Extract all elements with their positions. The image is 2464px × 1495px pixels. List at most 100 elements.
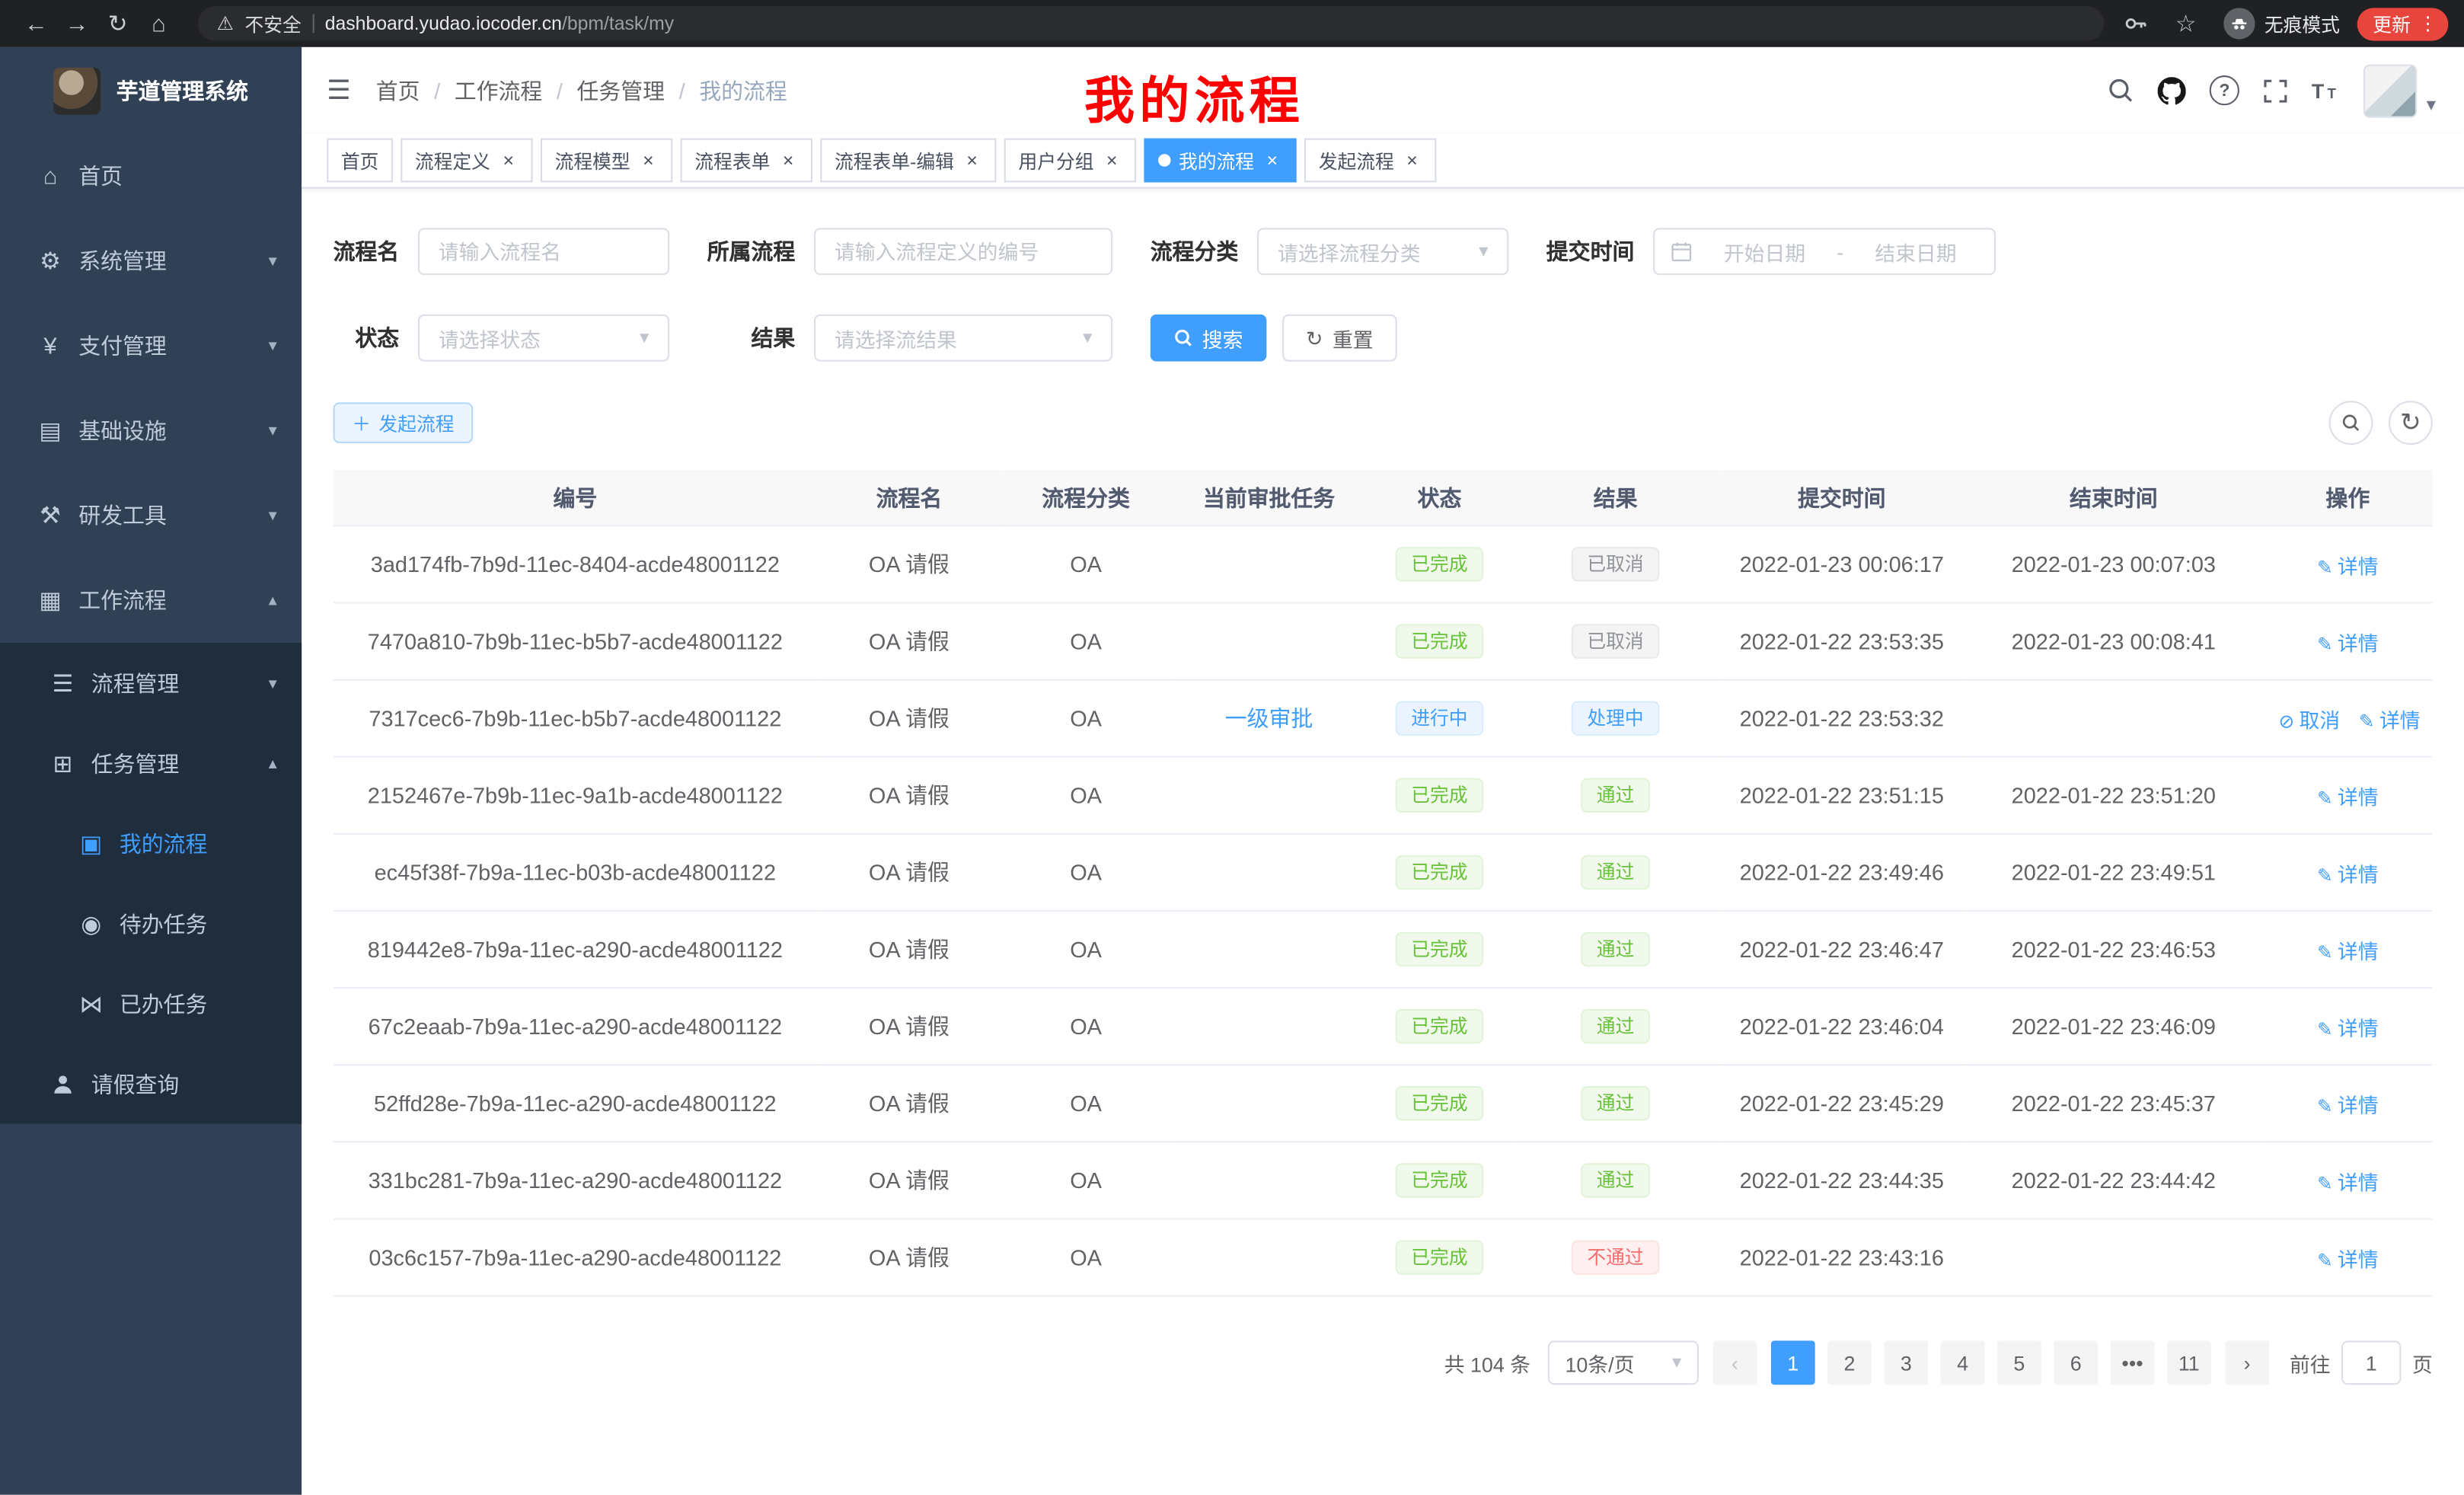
sidebar-item-infrastructure[interactable]: ▤ 基础设施 ▼ [0, 388, 302, 473]
detail-action-link[interactable]: ✎详情 [2317, 1016, 2379, 1040]
page-ellipsis[interactable]: ••• [2111, 1340, 2155, 1385]
detail-action-link[interactable]: ✎详情 [2359, 708, 2421, 732]
result-select[interactable]: 请选择流结果 ▼ [814, 315, 1112, 362]
help-icon[interactable]: ? [2210, 75, 2239, 105]
sidebar-item-payment[interactable]: ¥ 支付管理 ▼ [0, 303, 302, 388]
actions-cell: ✎详情 [2263, 1142, 2433, 1219]
toggle-search-button[interactable] [2329, 401, 2373, 445]
font-size-icon[interactable]: TT [2312, 78, 2340, 103]
key-icon[interactable] [2123, 11, 2148, 36]
detail-action-link[interactable]: ✎详情 [2317, 554, 2379, 577]
search-button[interactable]: 搜索 [1151, 315, 1267, 362]
next-page-button[interactable]: › [2225, 1340, 2269, 1385]
submit-time-range-picker[interactable]: 开始日期 - 结束日期 [1653, 228, 1996, 275]
detail-action-link[interactable]: ✎详情 [2317, 1170, 2379, 1193]
page-number-button[interactable]: 5 [1997, 1340, 2041, 1385]
fullscreen-icon[interactable] [2263, 78, 2288, 103]
active-tab-dot-icon [1158, 154, 1171, 167]
page-number-button[interactable]: 6 [2054, 1340, 2098, 1385]
result-cell: 处理中 [1511, 680, 1719, 757]
process-id-cell: 331bc281-7b9a-11ec-a290-acde48001122 [334, 1142, 818, 1219]
page-size-value: 10条/页 [1565, 1348, 1634, 1378]
category-select[interactable]: 请选择流程分类 ▼ [1257, 228, 1508, 275]
sidebar-item-label: 我的流程 [120, 828, 208, 859]
tab-close-icon[interactable]: × [1262, 150, 1282, 171]
detail-action-link[interactable]: ✎详情 [2317, 1093, 2379, 1116]
breadcrumb-item[interactable]: 工作流程 [455, 75, 543, 106]
tab-close-icon[interactable]: × [1102, 150, 1122, 171]
forward-icon[interactable]: → [56, 10, 97, 37]
tab-close-icon[interactable]: × [498, 150, 519, 171]
tab-1[interactable]: 流程定义× [401, 139, 532, 183]
sidebar-item-workflow[interactable]: ▦ 工作流程 ▲ [0, 558, 302, 643]
breadcrumb-item[interactable]: 任务管理 [576, 75, 665, 106]
page-number-button[interactable]: 4 [1941, 1340, 1985, 1385]
process-name-input[interactable] [418, 228, 669, 275]
detail-action-link[interactable]: ✎详情 [2317, 939, 2379, 963]
calendar-icon [1671, 241, 1693, 263]
detail-action-link[interactable]: ✎详情 [2317, 631, 2379, 655]
tab-close-icon[interactable]: × [1402, 150, 1422, 171]
sidebar-item-home[interactable]: ⌂ 首页 [0, 133, 302, 218]
bookmark-star-icon[interactable]: ☆ [2166, 9, 2207, 37]
sidebar-item-leave-query[interactable]: 请假查询 [0, 1043, 302, 1123]
sidebar-item-system[interactable]: ⚙ 系统管理 ▼ [0, 219, 302, 303]
submit-time-cell: 2022-01-22 23:44:35 [1719, 1142, 1964, 1219]
process-name-cell: OA 请假 [817, 1142, 1001, 1219]
detail-icon: ✎ [2317, 941, 2333, 963]
browser-home-icon[interactable]: ⌂ [139, 10, 180, 37]
app-logo-row[interactable]: 芋道管理系统 [0, 47, 302, 134]
address-bar[interactable]: ⚠ 不安全 dashboard.yudao.iocoder.cn/bpm/tas… [198, 6, 2104, 40]
browser-menu-icon[interactable]: ⋮ [2418, 13, 2437, 35]
github-icon[interactable] [2158, 76, 2186, 104]
sidebar-item-task-manage[interactable]: ⊞ 任务管理 ▲ [0, 723, 302, 803]
sidebar-item-todo-task[interactable]: ◉ 待办任务 [0, 883, 302, 963]
update-button[interactable]: 更新 ⋮ [2357, 7, 2449, 40]
tab-close-icon[interactable]: × [962, 150, 982, 171]
refresh-table-button[interactable]: ↻ [2389, 401, 2433, 445]
breadcrumb-item[interactable]: 首页 [376, 75, 420, 106]
back-icon[interactable]: ← [16, 10, 57, 37]
user-menu[interactable]: ▼ [2363, 64, 2439, 117]
detail-action-link[interactable]: ✎详情 [2317, 862, 2379, 886]
status-select[interactable]: 请选择状态 ▼ [418, 315, 669, 362]
sidebar-item-my-process[interactable]: ▣ 我的流程 [0, 803, 302, 883]
tab-4[interactable]: 流程表单-编辑× [820, 139, 996, 183]
prev-page-button[interactable]: ‹ [1712, 1340, 1757, 1385]
tab-0[interactable]: 首页 [327, 139, 393, 183]
reload-icon[interactable]: ↻ [97, 9, 139, 37]
tab-6[interactable]: 我的流程× [1144, 139, 1297, 183]
process-category-cell: OA [1001, 911, 1171, 988]
process-def-input[interactable] [814, 228, 1112, 275]
status-tag: 已完成 [1396, 624, 1484, 658]
chevron-down-icon: ▼ [266, 423, 279, 439]
avatar[interactable] [2363, 64, 2417, 117]
tab-3[interactable]: 流程表单× [681, 139, 812, 183]
create-process-button[interactable]: ＋ 发起流程 [334, 402, 474, 443]
sidebar-item-process-manage[interactable]: ☰ 流程管理 ▼ [0, 643, 302, 723]
page-size-select[interactable]: 10条/页 ▼ [1548, 1340, 1699, 1385]
current-task-link[interactable]: 一级审批 [1225, 706, 1313, 731]
detail-action-link[interactable]: ✎详情 [2317, 785, 2379, 809]
page-number-button[interactable]: 1 [1771, 1340, 1815, 1385]
result-tag: 不通过 [1572, 1240, 1660, 1274]
reset-button[interactable]: ↻ 重置 [1282, 315, 1396, 362]
cancel-action-link[interactable]: ⊘取消 [2279, 708, 2341, 732]
goto-page-input[interactable] [2341, 1340, 2401, 1385]
page-number-button[interactable]: 11 [2167, 1340, 2211, 1385]
process-name-cell: OA 请假 [817, 988, 1001, 1065]
page-number-button[interactable]: 2 [1827, 1340, 1872, 1385]
tab-7[interactable]: 发起流程× [1304, 139, 1436, 183]
tab-close-icon[interactable]: × [778, 150, 799, 171]
end-time-cell: 2022-01-22 23:46:53 [1964, 911, 2263, 988]
hamburger-icon[interactable]: ☰ [327, 75, 350, 106]
sidebar-item-label: 研发工具 [78, 500, 167, 531]
sidebar-item-devtools[interactable]: ⚒ 研发工具 ▼ [0, 473, 302, 557]
tab-5[interactable]: 用户分组× [1004, 139, 1136, 183]
detail-action-link[interactable]: ✎详情 [2317, 1247, 2379, 1271]
sidebar-item-done-task[interactable]: ⋈ 已办任务 [0, 963, 302, 1043]
tab-close-icon[interactable]: × [638, 150, 659, 171]
search-icon[interactable] [2108, 77, 2134, 104]
tab-2[interactable]: 流程模型× [541, 139, 672, 183]
page-number-button[interactable]: 3 [1884, 1340, 1928, 1385]
